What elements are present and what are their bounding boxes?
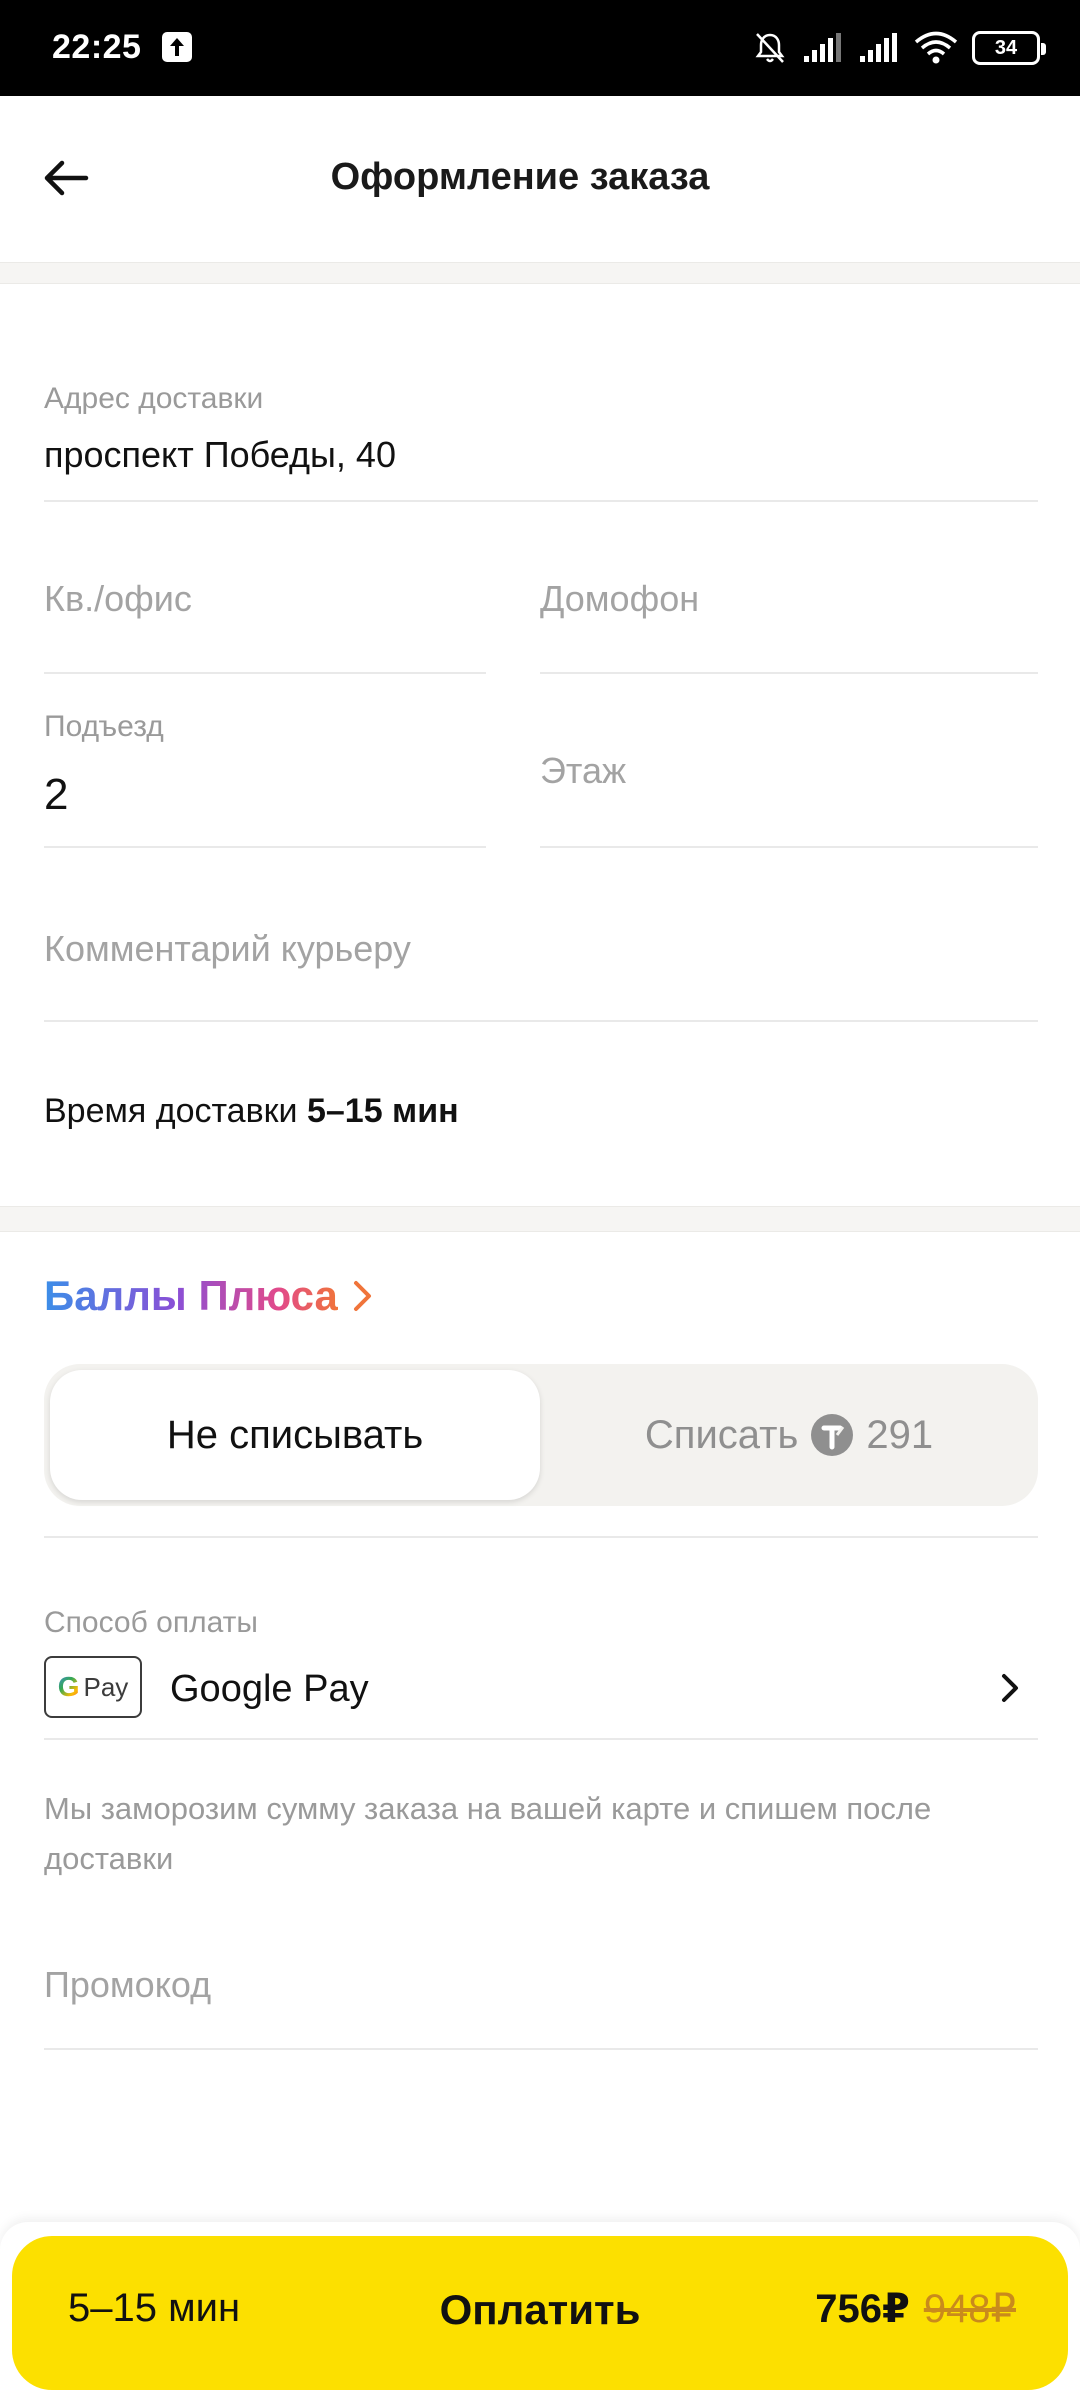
signal-icon [860, 33, 897, 62]
courier-comment-field[interactable]: Комментарий курьеру [44, 928, 411, 970]
current-price: 756₽ [815, 2287, 910, 2331]
signal-icon [804, 33, 841, 62]
entrance-underline [44, 846, 486, 848]
floor-underline [540, 846, 1038, 848]
delivery-time: Время доставки 5–15 мин [44, 1092, 459, 1131]
entrance-field[interactable]: 2 [44, 770, 68, 820]
status-icons: 34 [752, 28, 1046, 68]
option-spend[interactable]: Списать 291 [544, 1370, 1034, 1500]
payment-note: Мы заморозим сумму заказа на вашей карте… [44, 1791, 932, 1876]
floor-field[interactable]: Этаж [540, 750, 626, 792]
payment-method-label: Способ оплаты [44, 1606, 258, 1639]
intercom-underline [540, 672, 1038, 674]
page-title: Оформление заказа [330, 156, 710, 198]
apartment-field[interactable]: Кв./офис [44, 578, 192, 620]
apartment-underline [44, 672, 486, 674]
battery-level: 34 [994, 36, 1018, 59]
status-bar: 22:25 34 [0, 0, 1080, 96]
chevron-right-icon [353, 1281, 371, 1311]
bell-off-icon [755, 33, 785, 63]
chevron-right-icon[interactable] [990, 1668, 1030, 1708]
option-dont-spend[interactable]: Не списывать [50, 1370, 540, 1500]
upload-icon [162, 32, 192, 62]
option-spend-label: Списать [644, 1412, 799, 1457]
battery-icon: 34 [972, 31, 1046, 65]
checkout-price: 756₽ 948₽ [815, 2286, 1016, 2332]
promo-code-field[interactable]: Промокод [44, 1964, 211, 2006]
delivery-time-value: 5–15 мин [306, 1092, 459, 1130]
section-divider [0, 1206, 1080, 1232]
payment-method-value[interactable]: Google Pay [170, 1668, 369, 1711]
app-header: Оформление заказа [0, 96, 1080, 262]
pay-button[interactable]: 5–15 мин Оплатить 756₽ 948₽ [12, 2236, 1068, 2390]
entrance-label: Подъезд [44, 710, 164, 743]
plus-points-title: Баллы Плюса [44, 1272, 338, 1319]
option-spend-points: 291 [866, 1412, 934, 1457]
old-price: 948₽ [923, 2287, 1016, 2331]
delivery-time-prefix: Время доставки [44, 1092, 298, 1130]
address-label: Адрес доставки [44, 382, 264, 415]
plus-coin-icon [811, 1414, 854, 1456]
wifi-icon [914, 31, 958, 64]
intercom-field[interactable]: Домофон [540, 578, 699, 620]
address-underline [44, 500, 1038, 502]
status-time: 22:25 [52, 28, 142, 66]
comment-underline [44, 1020, 1038, 1022]
plus-points-toggle: Не списывать Списать 291 [44, 1364, 1038, 1506]
section-divider [0, 262, 1080, 284]
promo-underline [44, 2048, 1038, 2050]
plus-points-link[interactable]: Баллы Плюса [44, 1272, 374, 1320]
address-field[interactable]: проспект Победы, 40 [44, 434, 396, 476]
payment-underline [44, 1738, 1038, 1740]
option-dont-spend-label: Не списывать [166, 1412, 424, 1457]
plus-underline [44, 1536, 1038, 1538]
google-pay-logo: G Pay [44, 1656, 142, 1718]
google-pay-logo-g: G [57, 1671, 80, 1702]
google-pay-logo-pay: Pay [83, 1671, 129, 1702]
